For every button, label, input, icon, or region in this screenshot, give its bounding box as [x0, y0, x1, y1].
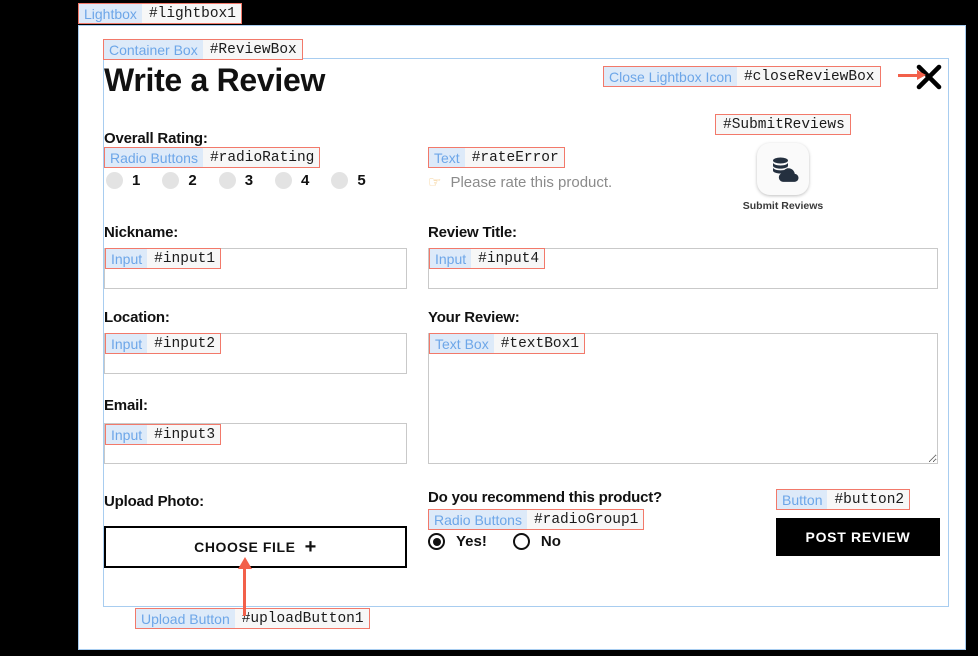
page-title: Write a Review: [104, 62, 326, 98]
annotation-submit-reviews: #SubmitReviews: [715, 114, 851, 135]
email-label: Email:: [104, 397, 148, 414]
annotation-label: Input: [430, 249, 472, 268]
annotation-container-box: Container Box #ReviewBox: [103, 39, 303, 60]
rate-error-message: ☞ Please rate this product.: [428, 174, 612, 191]
rating-option-label: 2: [188, 172, 197, 189]
annotation-rate-error: Text #rateError: [428, 147, 565, 168]
annotation-arrow-upload: [237, 557, 252, 616]
annotation-id: #rateError: [464, 148, 564, 167]
annotation-id: #radioGroup1: [526, 510, 644, 529]
annotation-id: #button2: [827, 490, 910, 509]
annotation-recommend-radios: Radio Buttons #radioGroup1: [428, 509, 645, 530]
annotation-label: Close Lightbox Icon: [604, 67, 737, 86]
annotation-input3: Input #input3: [105, 424, 222, 445]
recommend-option-no[interactable]: No: [512, 533, 561, 550]
database-cloud-icon[interactable]: [757, 143, 809, 195]
rating-option-2[interactable]: 2: [162, 172, 197, 189]
rating-option-5[interactable]: 5: [331, 172, 366, 189]
recommend-option-label: No: [540, 533, 561, 550]
choose-file-label: CHOOSE FILE: [194, 539, 296, 555]
annotation-input2: Input #input2: [105, 333, 222, 354]
radio-unselected-icon[interactable]: [512, 533, 530, 550]
location-label: Location:: [104, 309, 170, 326]
annotation-id: #input3: [147, 425, 221, 444]
annotation-post-button: Button #button2: [776, 489, 911, 510]
recommend-option-label: Yes!: [456, 533, 487, 550]
annotation-label: Input: [106, 249, 148, 268]
annotation-id: #uploadButton1: [234, 609, 369, 628]
radio-circle-icon[interactable]: [106, 172, 123, 189]
radio-circle-icon[interactable]: [162, 172, 180, 189]
rating-option-1[interactable]: 1: [106, 172, 140, 189]
rating-radio-group[interactable]: 1 2 3 4 5: [106, 172, 388, 189]
annotation-id: #closeReviewBox: [736, 67, 880, 86]
annotation-label: Text Box: [430, 334, 494, 353]
recommend-option-yes[interactable]: Yes!: [428, 533, 487, 550]
annotation-label: Lightbox: [79, 4, 142, 23]
annotation-input1: Input #input1: [105, 248, 222, 269]
upload-photo-label: Upload Photo:: [104, 493, 204, 510]
overall-rating-label: Overall Rating:: [104, 130, 208, 147]
annotation-textbox1: Text Box #textBox1: [429, 333, 586, 354]
annotation-id: #lightbox1: [141, 4, 241, 23]
annotation-label: Button: [777, 490, 828, 509]
annotation-arrow-close: [898, 70, 926, 80]
rating-option-4[interactable]: 4: [275, 172, 309, 189]
annotation-label: Container Box: [104, 40, 203, 59]
annotation-label: Input: [106, 425, 148, 444]
annotation-id: #radioRating: [202, 148, 320, 167]
radio-circle-icon[interactable]: [331, 172, 349, 189]
recommend-question-label: Do you recommend this product?: [428, 489, 663, 506]
radio-selected-icon[interactable]: [428, 533, 445, 550]
annotation-lightbox: Lightbox #lightbox1: [78, 3, 242, 24]
radio-circle-icon[interactable]: [218, 172, 236, 189]
plus-icon: +: [304, 536, 317, 558]
rate-error-text: Please rate this product.: [450, 174, 613, 191]
annotation-id: #ReviewBox: [202, 40, 302, 59]
annotation-label: Input: [106, 334, 148, 353]
pointing-hand-icon: ☞: [428, 174, 442, 191]
annotation-upload-button: Upload Button #uploadButton1: [135, 608, 370, 629]
annotation-input4: Input #input4: [429, 248, 546, 269]
annotation-label: Radio Buttons: [429, 510, 527, 529]
rating-option-3[interactable]: 3: [218, 172, 254, 189]
annotation-id: #SubmitReviews: [716, 115, 850, 134]
recommend-radio-group[interactable]: Yes! No: [428, 533, 587, 550]
rating-option-label: 5: [357, 172, 366, 189]
annotation-id: #input4: [471, 249, 545, 268]
submit-reviews-shortcut[interactable]: Submit Reviews: [743, 143, 823, 212]
annotation-rating-radios: Radio Buttons #radioRating: [104, 147, 321, 168]
annotation-label: Radio Buttons: [105, 148, 203, 167]
annotation-label: Text: [429, 148, 465, 167]
submit-reviews-label: Submit Reviews: [742, 200, 824, 212]
screenshot-root: Lightbox #lightbox1 Container Box #Revie…: [0, 0, 978, 656]
annotation-id: #textBox1: [493, 334, 585, 353]
annotation-label: Upload Button: [136, 609, 235, 628]
your-review-label: Your Review:: [428, 309, 520, 326]
annotation-id: #input2: [147, 334, 221, 353]
rating-option-label: 4: [301, 172, 310, 189]
rating-option-label: 1: [132, 172, 141, 189]
radio-circle-icon[interactable]: [275, 172, 293, 189]
post-review-label: POST REVIEW: [805, 529, 911, 545]
annotation-close-lightbox: Close Lightbox Icon #closeReviewBox: [603, 66, 881, 87]
choose-file-button[interactable]: CHOOSE FILE +: [104, 526, 407, 568]
rating-option-label: 3: [244, 172, 254, 189]
review-title-label: Review Title:: [428, 224, 517, 241]
nickname-label: Nickname:: [104, 224, 179, 241]
annotation-id: #input1: [147, 249, 221, 268]
post-review-button[interactable]: POST REVIEW: [776, 518, 940, 556]
